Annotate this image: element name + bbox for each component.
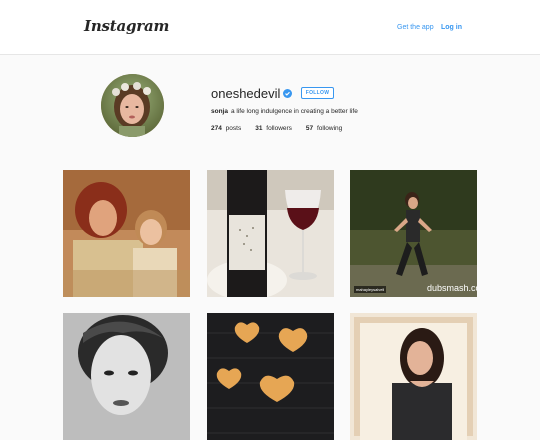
profile-username: oneshedevil (211, 86, 281, 101)
post-tile-3[interactable]: dubsmash.com mahayleysalvell (350, 170, 477, 297)
post-tile-6[interactable] (350, 313, 477, 440)
profile-avatar (101, 74, 164, 137)
dubsmash-watermark: dubsmash.com (427, 283, 477, 293)
followers-label: followers (266, 125, 292, 132)
get-app-link[interactable]: Get the app (397, 24, 434, 31)
top-navigation-bar: Instagram Get the app Log in (0, 0, 540, 55)
posts-label: posts (225, 125, 242, 132)
followers-count: 31 (255, 125, 263, 132)
follow-button[interactable]: FOLLOW (301, 87, 334, 99)
following-count: 57 (305, 125, 314, 132)
profile-stats: 274 posts 31 followers 57 following (211, 125, 342, 132)
post-tile-5[interactable] (207, 313, 334, 440)
post-tile-1[interactable] (63, 170, 190, 297)
bio-text: a life long indulgence in creating a bet… (230, 108, 358, 115)
following-label: following (316, 125, 343, 132)
verified-badge-icon (283, 89, 292, 98)
instagram-logo[interactable]: Instagram (84, 17, 169, 35)
post-tile-4[interactable] (63, 313, 190, 440)
dubsmash-handle: mahayleysalvell (354, 286, 387, 293)
display-name: sonja (211, 108, 228, 115)
post-tile-2[interactable] (207, 170, 334, 297)
profile-bio: sonja a life long indulgence in creating … (211, 108, 358, 115)
followers-stat[interactable]: 31 followers (255, 125, 292, 132)
posts-stat: 274 posts (211, 125, 241, 132)
posts-count: 274 (211, 125, 222, 132)
log-in-link[interactable]: Log in (441, 24, 462, 31)
following-stat[interactable]: 57 following (306, 125, 342, 132)
